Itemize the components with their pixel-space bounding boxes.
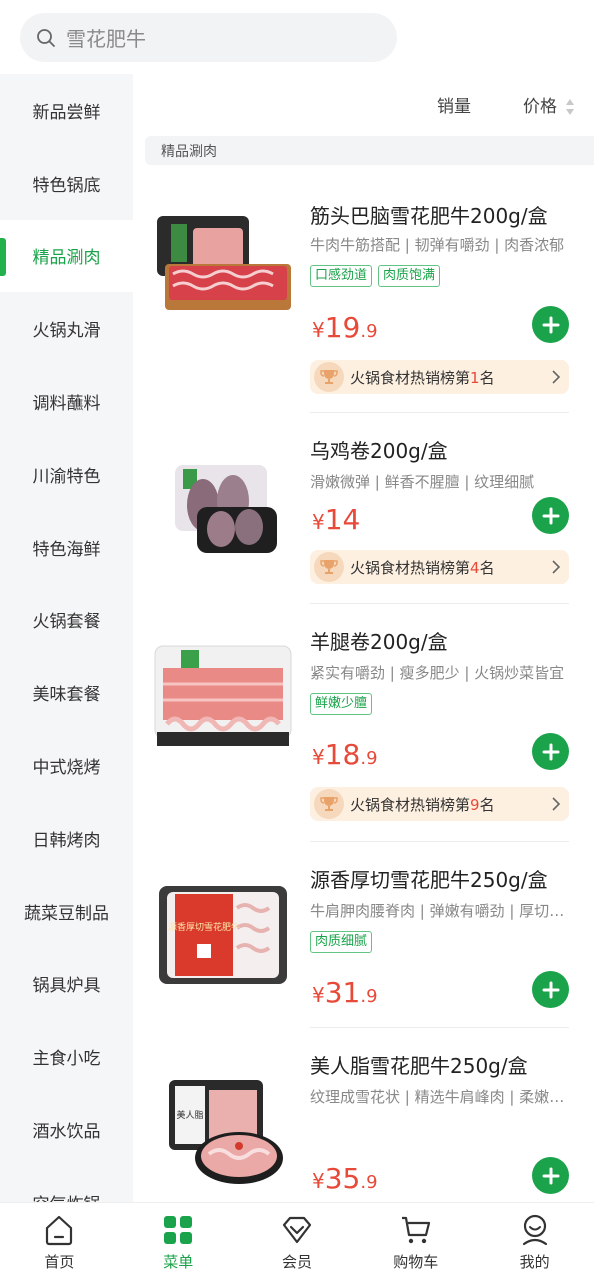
search-icon bbox=[36, 28, 56, 48]
product-tags: 鲜嫩少膻 bbox=[310, 693, 373, 715]
product-name: 乌鸡卷200g/盒 bbox=[310, 439, 448, 463]
sidebar-item-korean-bbq[interactable]: 日韩烤肉 bbox=[0, 801, 133, 875]
sidebar-item-vegetables[interactable]: 蔬菜豆制品 bbox=[0, 874, 133, 948]
product-card[interactable]: 羊腿卷200g/盒 紧实有嚼劲 | 瘦多肥少 | 火锅炒菜皆宜 鲜嫩少膻 ¥18… bbox=[145, 604, 594, 842]
product-tag: 口感劲道 bbox=[310, 265, 373, 287]
add-to-cart-button[interactable] bbox=[532, 1157, 569, 1194]
sort-by-price[interactable]: 价格 bbox=[523, 92, 557, 117]
sales-rank-banner[interactable]: 火锅食材热销榜第9名 bbox=[310, 787, 569, 821]
sidebar-item-hotpot-set[interactable]: 火锅套餐 bbox=[0, 583, 133, 657]
product-description: 紧实有嚼劲 | 瘦多肥少 | 火锅炒菜皆宜 bbox=[310, 664, 565, 682]
tab-home[interactable]: 首页 bbox=[0, 1203, 119, 1281]
product-tags: 肉质细腻 bbox=[310, 931, 373, 953]
sidebar-item-bbq[interactable]: 中式烧烤 bbox=[0, 729, 133, 802]
category-sidebar: 新品尝鲜 特色锅底 精品涮肉 火锅丸滑 调料蘸料 川渝特色 特色海鲜 火锅套餐 … bbox=[0, 74, 133, 1202]
sidebar-item-hotpot-base[interactable]: 特色锅底 bbox=[0, 146, 133, 220]
add-to-cart-button[interactable] bbox=[532, 733, 569, 770]
trophy-icon bbox=[314, 789, 344, 819]
product-name: 美人脂雪花肥牛250g/盒 bbox=[310, 1054, 528, 1078]
sidebar-item-seafood[interactable]: 特色海鲜 bbox=[0, 510, 133, 584]
sidebar-item-staples[interactable]: 主食小吃 bbox=[0, 1020, 133, 1094]
tab-cart[interactable]: 购物车 bbox=[356, 1203, 475, 1281]
product-image bbox=[175, 465, 277, 553]
profile-icon bbox=[522, 1214, 547, 1246]
sidebar-item-meal-set[interactable]: 美味套餐 bbox=[0, 656, 133, 730]
product-tag: 肉质饱满 bbox=[378, 265, 441, 287]
plus-icon bbox=[542, 1167, 559, 1184]
sales-rank-banner[interactable]: 火锅食材热销榜第4名 bbox=[310, 550, 569, 584]
product-list: 筋头巴脑雪花肥牛200g/盒 牛肉牛筋搭配 | 韧弹有嚼劲 | 肉香浓郁 口感劲… bbox=[145, 166, 594, 1202]
product-tags: 口感劲道 肉质饱满 bbox=[310, 265, 441, 287]
product-image: 美人脂 bbox=[169, 1080, 283, 1184]
product-description: 牛肩胛肉腰脊肉 | 弹嫩有嚼劲 | 厚切过瘾 bbox=[310, 902, 570, 920]
product-price: ¥35.9 bbox=[312, 1162, 378, 1195]
box-label-text: 美人脂 bbox=[176, 1109, 203, 1121]
product-name: 源香厚切雪花肥牛250g/盒 bbox=[310, 868, 548, 892]
plus-icon bbox=[542, 743, 559, 760]
box-label-text: 源香厚切雪花肥牛 bbox=[168, 921, 240, 933]
tab-menu[interactable]: 菜单 bbox=[119, 1203, 238, 1281]
add-to-cart-button[interactable] bbox=[532, 497, 569, 534]
product-tag: 鲜嫩少膻 bbox=[310, 693, 373, 715]
sidebar-item-cookware[interactable]: 锅具炉具 bbox=[0, 947, 133, 1021]
product-description: 牛肉牛筋搭配 | 韧弹有嚼劲 | 肉香浓郁 bbox=[310, 236, 565, 254]
tab-profile[interactable]: 我的 bbox=[475, 1203, 594, 1281]
chevron-right-icon bbox=[552, 797, 561, 811]
plus-icon bbox=[542, 981, 559, 998]
trophy-icon bbox=[314, 362, 344, 392]
product-price: ¥14 bbox=[312, 503, 361, 536]
product-card[interactable]: 乌鸡卷200g/盒 滑嫩微弹 | 鲜香不腥膻 | 纹理细腻 ¥14 火锅食材热销… bbox=[145, 413, 594, 604]
product-description: 滑嫩微弹 | 鲜香不腥膻 | 纹理细腻 bbox=[310, 473, 535, 491]
add-to-cart-button[interactable] bbox=[532, 306, 569, 343]
search-input[interactable]: 雪花肥牛 bbox=[66, 23, 146, 52]
tab-member[interactable]: 会员 bbox=[238, 1203, 357, 1281]
product-image bbox=[157, 216, 291, 310]
member-diamond-icon bbox=[282, 1216, 312, 1244]
add-to-cart-button[interactable] bbox=[532, 971, 569, 1008]
sidebar-item-sauces[interactable]: 调料蘸料 bbox=[0, 365, 133, 438]
product-price: ¥31.9 bbox=[312, 976, 378, 1009]
menu-grid-icon bbox=[164, 1216, 193, 1244]
sort-toggle-icon[interactable] bbox=[565, 98, 575, 116]
chevron-right-icon bbox=[552, 370, 561, 384]
sales-rank-banner[interactable]: 火锅食材热销榜第1名 bbox=[310, 360, 569, 394]
sidebar-item-meatballs[interactable]: 火锅丸滑 bbox=[0, 292, 133, 366]
product-price: ¥19.9 bbox=[312, 311, 378, 344]
section-header: 精品涮肉 bbox=[145, 136, 594, 165]
sidebar-item-sliced-meat[interactable]: 精品涮肉 bbox=[0, 219, 133, 293]
bottom-tab-bar: 首页 菜单 会员 购物车 我的 bbox=[0, 1202, 594, 1281]
product-name: 羊腿卷200g/盒 bbox=[310, 630, 448, 654]
product-tag: 肉质细腻 bbox=[310, 931, 373, 953]
trophy-icon bbox=[314, 552, 344, 582]
plus-icon bbox=[542, 316, 559, 333]
sidebar-item-new[interactable]: 新品尝鲜 bbox=[0, 74, 133, 147]
product-card[interactable]: 源香厚切雪花肥牛 源香厚切雪花肥牛250g/盒 牛肩胛肉腰脊肉 | 弹嫩有嚼劲 … bbox=[145, 842, 594, 1028]
product-price: ¥18.9 bbox=[312, 738, 378, 771]
product-image: 源香厚切雪花肥牛 bbox=[159, 886, 287, 984]
product-name: 筋头巴脑雪花肥牛200g/盒 bbox=[310, 204, 548, 228]
plus-icon bbox=[542, 507, 559, 524]
home-icon bbox=[46, 1215, 73, 1246]
sidebar-item-sichuan[interactable]: 川渝特色 bbox=[0, 437, 133, 511]
cart-icon bbox=[401, 1216, 430, 1244]
sort-by-sales[interactable]: 销量 bbox=[437, 92, 471, 117]
product-card[interactable]: 筋头巴脑雪花肥牛200g/盒 牛肉牛筋搭配 | 韧弹有嚼劲 | 肉香浓郁 口感劲… bbox=[145, 166, 594, 413]
search-bar[interactable]: 雪花肥牛 bbox=[20, 13, 397, 62]
chevron-right-icon bbox=[552, 560, 561, 574]
product-description: 纹理成雪花状 | 精选牛肩峰肉 | 柔嫩多汁 bbox=[310, 1088, 570, 1106]
product-image bbox=[154, 645, 292, 746]
sidebar-item-drinks[interactable]: 酒水饮品 bbox=[0, 1093, 133, 1166]
product-card[interactable]: 美人脂 美人脂雪花肥牛250g/盒 纹理成雪花状 | 精选牛肩峰肉 | 柔嫩多汁… bbox=[145, 1028, 594, 1202]
sidebar-item-air-fryer[interactable]: 空气炸锅 bbox=[0, 1165, 133, 1202]
